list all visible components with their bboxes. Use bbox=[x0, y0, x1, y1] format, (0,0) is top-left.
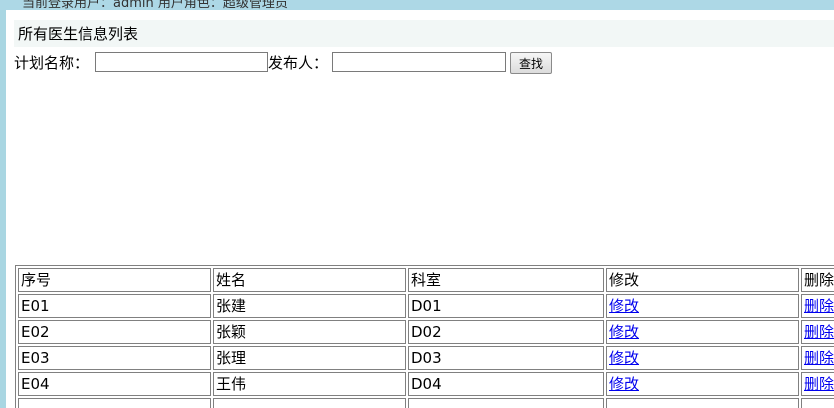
cell-id: E04 bbox=[18, 372, 211, 396]
cell-dept: D02 bbox=[408, 320, 604, 344]
edit-link[interactable]: 修改 bbox=[609, 297, 639, 315]
cell-dept bbox=[408, 398, 604, 408]
cell-edit: 修改 bbox=[606, 372, 799, 396]
delete-link[interactable]: 删除 bbox=[804, 349, 834, 367]
search-button[interactable]: 查找 bbox=[510, 52, 552, 74]
cell-id: E01 bbox=[18, 294, 211, 318]
cell-dept: D04 bbox=[408, 372, 604, 396]
delete-link[interactable]: 删除 bbox=[804, 297, 834, 315]
header-dept: 科室 bbox=[408, 268, 604, 292]
cell-delete bbox=[801, 398, 834, 408]
cell-delete: 删除 bbox=[801, 372, 834, 396]
page-title: 所有医生信息列表 bbox=[18, 25, 139, 43]
cell-edit: 修改 bbox=[606, 346, 799, 370]
table-row: E03 张理 D03 修改 删除 bbox=[18, 346, 834, 370]
table-row bbox=[18, 398, 834, 408]
cell-edit bbox=[606, 398, 799, 408]
table-row: E01 张建 D01 修改 删除 bbox=[18, 294, 834, 318]
cell-delete: 删除 bbox=[801, 320, 834, 344]
cell-dept: D01 bbox=[408, 294, 604, 318]
cell-delete: 删除 bbox=[801, 294, 834, 318]
table-row: E04 王伟 D04 修改 删除 bbox=[18, 372, 834, 396]
edit-link[interactable]: 修改 bbox=[609, 349, 639, 367]
publisher-label: 发布人： bbox=[268, 54, 329, 72]
cell-edit: 修改 bbox=[606, 320, 799, 344]
cell-name: 王伟 bbox=[213, 372, 406, 396]
login-info-text: 当前登录用户：admin 用户角色：超级管理员 bbox=[22, 0, 288, 10]
cell-id bbox=[18, 398, 211, 408]
header-delete: 删除 bbox=[801, 268, 834, 292]
doctor-table: 序号 姓名 科室 修改 删除 E01 张建 D01 修改 删除 E02 张颖 D… bbox=[16, 266, 834, 408]
cell-delete: 删除 bbox=[801, 346, 834, 370]
cell-name: 张建 bbox=[213, 294, 406, 318]
header-name: 姓名 bbox=[213, 268, 406, 292]
cell-name: 张理 bbox=[213, 346, 406, 370]
main-content: 所有医生信息列表 计划名称： 发布人： 查找 序号 姓名 科室 修改 删除 E0… bbox=[6, 10, 834, 408]
cell-name bbox=[213, 398, 406, 408]
header-edit: 修改 bbox=[606, 268, 799, 292]
cell-id: E03 bbox=[18, 346, 211, 370]
delete-link[interactable]: 删除 bbox=[804, 375, 834, 393]
top-status-bar: 当前登录用户：admin 用户角色：超级管理员 bbox=[0, 0, 834, 10]
cell-name: 张颖 bbox=[213, 320, 406, 344]
search-form: 计划名称： 发布人： 查找 bbox=[14, 52, 834, 76]
plan-name-input[interactable] bbox=[95, 52, 268, 72]
table-header-row: 序号 姓名 科室 修改 删除 bbox=[18, 268, 834, 292]
doctor-table-container: 序号 姓名 科室 修改 删除 E01 张建 D01 修改 删除 E02 张颖 D… bbox=[15, 265, 834, 408]
cell-dept: D03 bbox=[408, 346, 604, 370]
edit-link[interactable]: 修改 bbox=[609, 375, 639, 393]
cell-edit: 修改 bbox=[606, 294, 799, 318]
plan-name-label: 计划名称： bbox=[14, 54, 90, 72]
edit-link[interactable]: 修改 bbox=[609, 323, 639, 341]
header-id: 序号 bbox=[18, 268, 211, 292]
publisher-input[interactable] bbox=[332, 52, 506, 72]
delete-link[interactable]: 删除 bbox=[804, 323, 834, 341]
table-row: E02 张颖 D02 修改 删除 bbox=[18, 320, 834, 344]
cell-id: E02 bbox=[18, 320, 211, 344]
